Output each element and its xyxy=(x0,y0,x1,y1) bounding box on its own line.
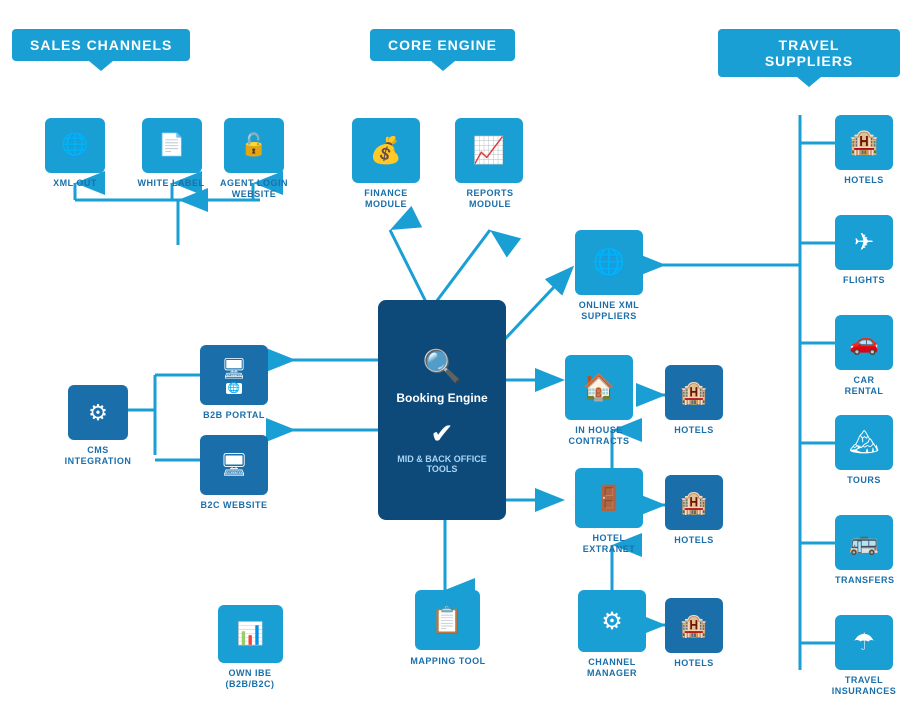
travel-flights-label: FLIGHTS xyxy=(835,275,893,286)
travel-insurance-label: TRAVELINSURANCES xyxy=(828,675,900,697)
travel-suppliers-header: TRAVEL SUPPLIERS xyxy=(718,29,900,77)
travel-transfers-box: 🚌 xyxy=(835,515,893,570)
own-ibe-label: OWN IBE(B2B/B2C) xyxy=(208,668,292,690)
sales-channels-header: SALES CHANNELS xyxy=(12,29,190,61)
finance-module-box: 💰 xyxy=(352,118,420,183)
hotel-extranet-box: 🚪 xyxy=(575,468,643,528)
hotels-inhouse-label: HOTELS xyxy=(665,425,723,436)
b2b-portal-box: 🖥 🌐 xyxy=(200,345,268,405)
travel-car-rental-label: CAR RENTAL xyxy=(835,375,893,397)
mapping-tool-label: MAPPING TOOL xyxy=(408,656,488,667)
travel-car-rental-box: 🚗 xyxy=(835,315,893,370)
hotels-extranet-label: HOTELS xyxy=(665,535,723,546)
channel-manager-box: ⚙ xyxy=(578,590,646,652)
xml-out-box: 🌐 xyxy=(45,118,105,173)
white-label-label: WHITE LABEL xyxy=(132,178,210,189)
hotels-inhouse-box: 🏨 xyxy=(665,365,723,420)
agent-login-box: 🔓 xyxy=(224,118,284,173)
own-ibe-box: 📊 xyxy=(218,605,283,663)
hotels-channel-box: 🏨 xyxy=(665,598,723,653)
travel-flights-box: ✈ xyxy=(835,215,893,270)
diagram: SALES CHANNELS CORE ENGINE TRAVEL SUPPLI… xyxy=(0,0,900,727)
travel-tours-label: TOURS xyxy=(835,475,893,486)
channel-manager-label: CHANNELMANAGER xyxy=(570,657,654,679)
booking-engine-title: Booking Engine xyxy=(396,391,487,405)
in-house-contracts-box: 🏠 xyxy=(565,355,633,420)
agent-login-icon: 🔓 xyxy=(240,134,267,156)
in-house-contracts-label: IN HOUSECONTRACTS xyxy=(555,425,643,447)
travel-tours-box: 🏔 xyxy=(835,415,893,470)
hotel-extranet-label: HOTELEXTRANET xyxy=(568,533,650,555)
reports-module-label: REPORTS MODULE xyxy=(450,188,530,210)
travel-transfers-label: TRANSFERS xyxy=(835,575,893,586)
hotels-extranet-box: 🏨 xyxy=(665,475,723,530)
white-label-box: 📄 xyxy=(142,118,202,173)
booking-engine-box: 🔍 Booking Engine ✔ MID & BACK OFFICE TOO… xyxy=(378,300,506,520)
core-engine-header: CORE ENGINE xyxy=(370,29,515,61)
xml-out-label: XML OUT xyxy=(45,178,105,189)
white-label-icon: 📄 xyxy=(158,134,185,156)
finance-module-label: FINANCE MODULE xyxy=(346,188,426,210)
online-xml-box: 🌐 xyxy=(575,230,643,295)
travel-hotels-box: 🏨 xyxy=(835,115,893,170)
b2b-portal-label: B2B PORTAL xyxy=(200,410,268,421)
reports-module-box: 📈 xyxy=(455,118,523,183)
cms-integration-box: ⚙ xyxy=(68,385,128,440)
travel-insurance-box: ☂ xyxy=(835,615,893,670)
agent-login-label: AGENT LOGINWEBSITE xyxy=(218,178,290,200)
travel-hotels-label: HOTELS xyxy=(835,175,893,186)
hotels-channel-label: HOTELS xyxy=(665,658,723,669)
online-xml-label: ONLINE XMLSUPPLIERS xyxy=(565,300,653,322)
xml-out-icon: 🌐 xyxy=(61,134,88,156)
mapping-tool-box: 📋 xyxy=(415,590,480,650)
b2c-website-box: 🖥 xyxy=(200,435,268,495)
cms-integration-label: CMSINTEGRATION xyxy=(62,445,134,467)
b2c-website-label: B2C WEBSITE xyxy=(200,500,268,511)
